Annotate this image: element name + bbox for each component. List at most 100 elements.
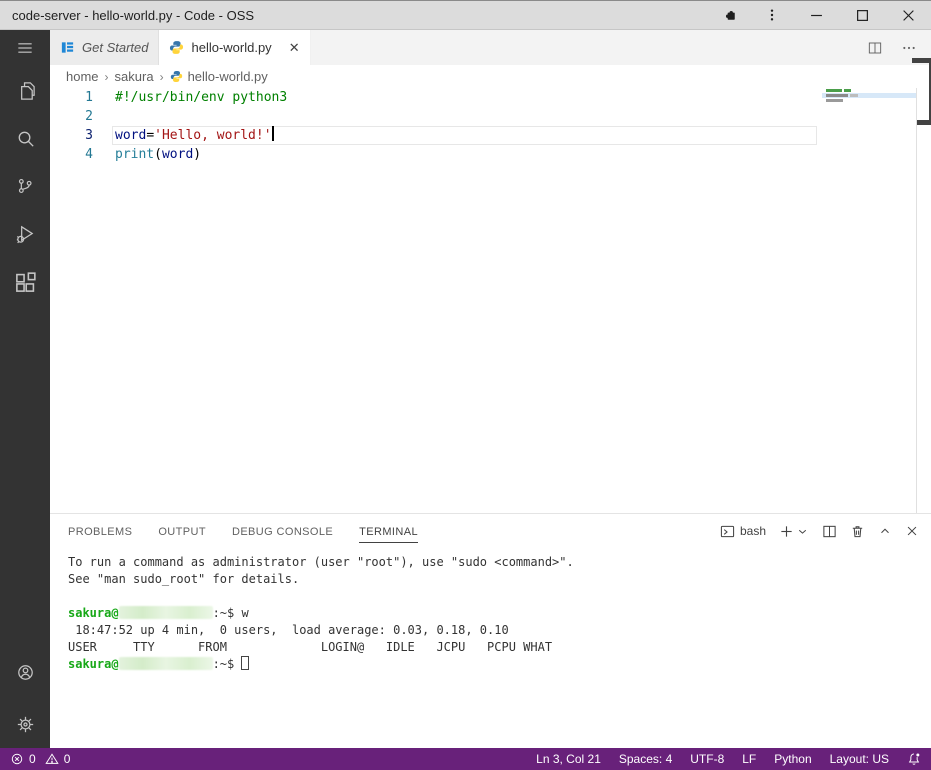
minimize-button[interactable]: [793, 1, 839, 29]
split-editor-icon[interactable]: [867, 40, 883, 56]
menu-hamburger-icon[interactable]: [0, 30, 50, 66]
search-icon: [14, 127, 37, 150]
terminal-line: sakura@:~$: [68, 656, 931, 673]
editor-tab-bar: Get Started hello-world.py ✕: [50, 30, 931, 65]
files-icon: [14, 79, 37, 102]
redacted-hostname: [119, 657, 213, 670]
breadcrumb-item-home[interactable]: home: [66, 69, 99, 84]
puzzle-icon: [722, 7, 739, 24]
editor-line[interactable]: 4print(word): [50, 145, 931, 164]
problems-status[interactable]: 0 0: [10, 752, 70, 766]
panel-tabs: PROBLEMS OUTPUT DEBUG CONSOLE TERMINAL: [68, 520, 418, 543]
terminal-dropdown-chevron-icon[interactable]: [796, 525, 809, 538]
status-bar: 0 0 Ln 3, Col 21 Spaces: 4 UTF-8 LF Python La…: [0, 748, 931, 770]
gear-icon: [14, 713, 37, 736]
editor-line[interactable]: 3word='Hello, world!': [50, 126, 931, 145]
terminal-line: [68, 588, 931, 605]
close-window-button[interactable]: [885, 1, 931, 29]
hamburger-icon: [15, 38, 35, 58]
breadcrumb-separator: ›: [160, 70, 164, 84]
status-item[interactable]: Ln 3, Col 21: [536, 752, 601, 766]
tab-label: Get Started: [82, 40, 148, 55]
python-icon: [170, 70, 183, 83]
terminal-line: sakura@:~$ w: [68, 605, 931, 622]
extensions-puzzle-icon[interactable]: [709, 1, 751, 29]
status-items: Ln 3, Col 21 Spaces: 4 UTF-8 LF Python Layout…: [536, 752, 889, 766]
panel-header: PROBLEMS OUTPUT DEBUG CONSOLE TERMINAL bash: [50, 514, 931, 548]
sidebar-item-search[interactable]: [0, 114, 50, 162]
settings-gear-icon[interactable]: [0, 700, 50, 748]
maximize-button[interactable]: [839, 1, 885, 29]
sidebar-item-source-control[interactable]: [0, 162, 50, 210]
code-token: 'Hello, world!': [154, 128, 271, 143]
code-token: word: [162, 147, 193, 162]
code-token: word: [115, 128, 146, 143]
shell-label: bash: [740, 524, 766, 538]
bottom-panel: PROBLEMS OUTPUT DEBUG CONSOLE TERMINAL bash…: [50, 513, 931, 748]
terminal-text: sakura@: [68, 657, 119, 671]
editor-line[interactable]: 2: [50, 107, 931, 126]
close-icon: [902, 9, 915, 22]
error-count: 0: [29, 752, 36, 766]
get-started-icon: [60, 40, 75, 55]
minimap-line: [850, 94, 858, 97]
code-text: word='Hello, world!': [115, 126, 274, 145]
status-item[interactable]: Python: [774, 752, 811, 766]
terminal-icon: [720, 524, 735, 539]
line-number: 2: [50, 107, 93, 126]
panel-tab-debug-console[interactable]: DEBUG CONSOLE: [232, 520, 333, 543]
status-item[interactable]: UTF-8: [690, 752, 724, 766]
panel-tab-problems[interactable]: PROBLEMS: [68, 520, 132, 543]
warnings-icon: [45, 752, 59, 766]
account-icon[interactable]: [0, 648, 50, 696]
sidebar-item-run-debug[interactable]: [0, 210, 50, 258]
tab-get-started[interactable]: Get Started: [50, 30, 159, 65]
status-item[interactable]: LF: [742, 752, 756, 766]
terminal-text: To run a command as administrator (user …: [68, 555, 574, 569]
editor-line[interactable]: 1 #!/usr/bin/env python3: [50, 88, 931, 107]
status-item[interactable]: Layout: US: [830, 752, 889, 766]
more-editor-actions-icon[interactable]: [901, 40, 917, 56]
close-panel-icon[interactable]: [905, 524, 919, 538]
new-terminal-plus-icon[interactable]: [779, 524, 794, 539]
breadcrumb-separator: ›: [105, 70, 109, 84]
source-control-branch-icon: [14, 175, 36, 197]
code-text: print(word): [115, 145, 201, 164]
panel-tab-output[interactable]: OUTPUT: [158, 520, 206, 543]
editor-cursor: [272, 126, 274, 141]
minimap-line: [826, 89, 842, 92]
breadcrumb-item-file[interactable]: hello-world.py: [170, 69, 268, 84]
terminal-text: :~$ w: [213, 606, 249, 620]
terminal-content[interactable]: To run a command as administrator (user …: [50, 548, 931, 673]
code-token: (: [154, 147, 162, 162]
tab-hello-world-py[interactable]: hello-world.py ✕: [159, 30, 310, 65]
terminal-text: 18:47:52 up 4 min, 0 users, load average…: [68, 623, 509, 637]
overview-ruler[interactable]: [916, 88, 931, 513]
notifications-bell-dot-icon[interactable]: [907, 752, 921, 766]
panel-tab-terminal[interactable]: TERMINAL: [359, 520, 418, 543]
code-editor[interactable]: 1 #!/usr/bin/env python3 23word='Hello, wo…: [50, 88, 931, 513]
terminal-line: 18:47:52 up 4 min, 0 users, load average…: [68, 622, 931, 639]
code-token: ): [193, 147, 201, 162]
terminal-line: USER TTY FROM LOGIN@ IDLE JCPU PCPU WHAT: [68, 639, 931, 656]
minimap-line: [826, 94, 848, 97]
maximize-panel-chevron-up-icon[interactable]: [878, 524, 892, 538]
run-and-debug-icon: [14, 223, 37, 246]
split-terminal-icon[interactable]: [822, 524, 837, 539]
kebab-icon: [764, 7, 780, 23]
line-number: 1: [50, 88, 93, 107]
tab-close-icon[interactable]: ✕: [289, 41, 300, 54]
sidebar-item-explorer[interactable]: [0, 66, 50, 114]
minimap[interactable]: [822, 88, 916, 208]
status-item[interactable]: Spaces: 4: [619, 752, 672, 766]
breadcrumb-item-sakura[interactable]: sakura: [115, 69, 154, 84]
code-token: #!/usr/bin/env python3: [115, 90, 287, 105]
code-token: print: [115, 147, 154, 162]
kill-terminal-trash-icon[interactable]: [850, 524, 865, 539]
errors-icon: [10, 752, 24, 766]
sidebar-item-extensions[interactable]: [0, 258, 50, 306]
more-actions-kebab-icon[interactable]: [751, 1, 793, 29]
window-title: code-server - hello-world.py - Code - OS…: [12, 8, 254, 23]
minimap-line: [826, 99, 843, 102]
terminal-shell-picker[interactable]: bash: [720, 524, 766, 539]
